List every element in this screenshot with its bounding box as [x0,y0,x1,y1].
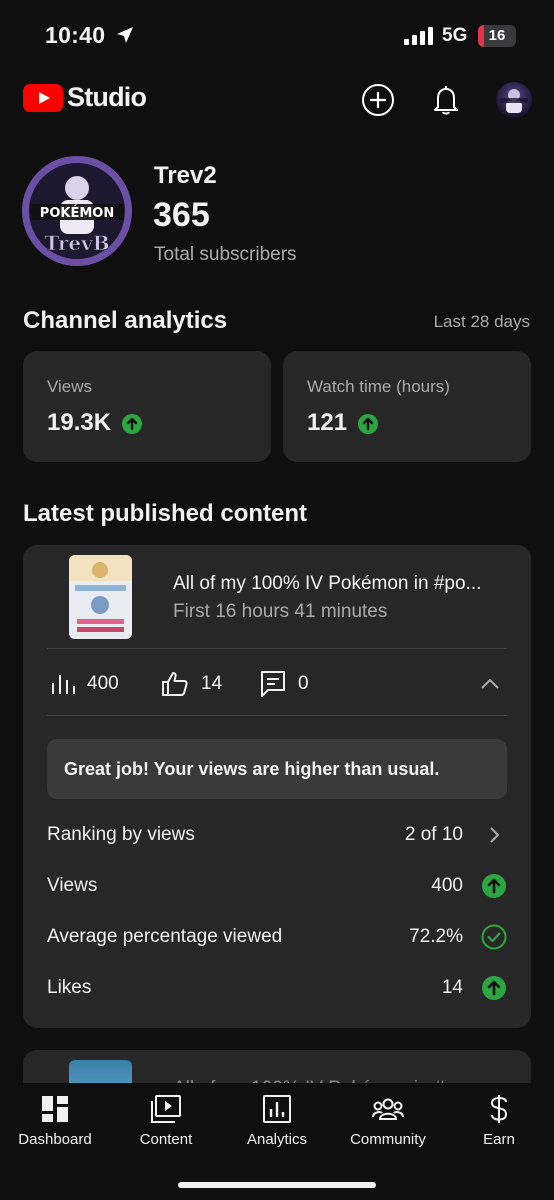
video-views-stat: 400 [51,669,119,699]
avg-percentage-value: 72.2% [409,926,463,947]
watch-time-value: 121 [307,409,378,437]
views-row: Views 400 [47,873,507,903]
divider [47,715,507,716]
nav-earn[interactable]: Earn [444,1093,554,1153]
watch-time-card[interactable]: Watch time (hours) 121 [283,351,531,462]
comment-icon [261,671,285,697]
bell-icon [434,86,458,115]
views-card[interactable]: Views 19.3K [23,351,271,462]
views-number: 19.3K [47,409,112,436]
performance-banner: Great job! Your views are higher than us… [47,739,507,799]
views-value: 19.3K [47,409,142,437]
divider [47,648,507,649]
home-indicator[interactable] [178,1182,376,1188]
network-type: 5G [442,25,468,46]
watch-time-label: Watch time (hours) [307,377,450,396]
video-comments-count: 0 [298,673,309,694]
channel-avatar[interactable]: POKÉMON TrevB [22,156,132,266]
battery-level: 16 [488,27,506,44]
views-label: Views [47,377,93,396]
analytics-icon [222,1093,332,1125]
likes-row-label: Likes [47,977,92,998]
check-circle-icon [481,924,507,950]
subscriber-count: 365 [153,196,210,234]
youtube-logo-icon[interactable] [23,84,63,112]
video-likes-stat: 14 [161,669,222,699]
collapse-chevron-up-icon[interactable] [479,673,501,700]
chevron-right-icon [481,822,507,848]
community-icon [333,1093,443,1125]
app-header: Studio [0,78,554,120]
trend-up-icon [357,413,378,434]
analytics-section-title: Channel analytics [23,307,228,334]
thumbs-up-icon [162,672,188,696]
nav-community[interactable]: Community [333,1093,443,1153]
avg-percentage-label: Average percentage viewed [47,926,283,947]
ranking-row[interactable]: Ranking by views 2 of 10 [47,822,507,852]
notifications-button[interactable] [428,82,464,118]
channel-avatar-text: TrevB [44,231,109,255]
account-avatar[interactable] [496,82,532,118]
subscriber-label: Total subscribers [154,244,297,265]
channel-name: Trev2 [154,162,217,189]
likes-row: Likes 14 [47,975,507,1005]
create-button[interactable] [360,82,396,118]
video-comments-stat: 0 [260,669,309,699]
nav-analytics-label: Analytics [246,1131,308,1148]
battery-icon: 16 [478,25,516,47]
avg-percentage-row: Average percentage viewed 72.2% [47,924,507,954]
channel-summary: POKÉMON TrevB Trev2 365 Total subscriber… [22,156,532,268]
dashboard-icon [0,1093,110,1125]
ranking-label: Ranking by views [47,824,195,845]
arrow-up-icon [481,975,507,1001]
latest-content-card: All of my 100% IV Pokémon in #po... Firs… [23,545,531,1028]
analytics-period: Last 28 days [433,312,530,331]
views-row-value: 400 [431,875,463,896]
signal-bars-icon [404,27,434,50]
status-time: 10:40 [45,22,106,48]
video-title[interactable]: All of my 100% IV Pokémon in #po... [173,573,507,595]
location-arrow-icon [116,26,134,49]
ranking-value: 2 of 10 [404,824,463,845]
status-bar: 10:40 5G 16 [0,0,554,70]
nav-analytics[interactable]: Analytics [222,1093,332,1153]
nav-community-label: Community [350,1131,426,1148]
svg-text:POKÉMON: POKÉMON [40,205,114,221]
video-likes-count: 14 [201,673,223,694]
latest-section-title: Latest published content [23,500,308,527]
create-icon [362,84,394,116]
likes-row-value: 14 [441,977,463,998]
nav-content[interactable]: Content [111,1093,221,1153]
bottom-nav: Dashboard Content Analytics Community Ea… [0,1083,554,1200]
video-subtitle: First 16 hours 41 minutes [173,601,388,622]
nav-dashboard[interactable]: Dashboard [0,1093,110,1153]
watch-time-number: 121 [307,409,348,436]
dollar-icon [444,1093,554,1125]
arrow-up-icon [481,873,507,899]
trend-up-icon [121,413,142,434]
video-thumbnail[interactable] [69,555,132,639]
content-icon [111,1093,221,1125]
nav-earn-label: Earn [483,1131,515,1148]
studio-logo-text: Studio [67,82,147,112]
bar-chart-icon [52,675,75,694]
video-views-count: 400 [87,673,119,694]
nav-dashboard-label: Dashboard [18,1131,92,1148]
nav-content-label: Content [139,1131,193,1148]
views-row-label: Views [47,875,98,896]
